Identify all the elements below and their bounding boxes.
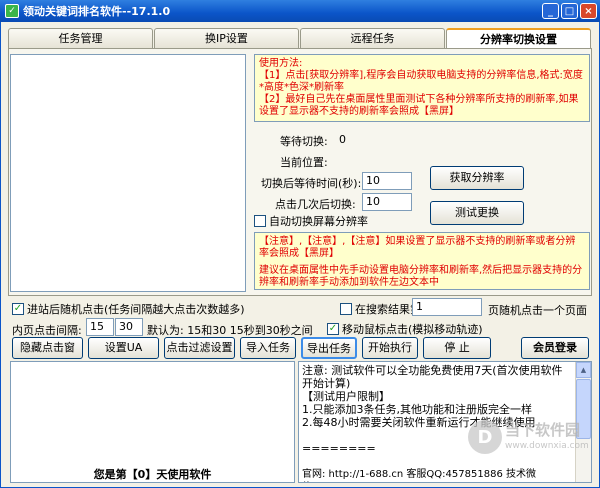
random-click-box[interactable]: ✓ <box>12 303 24 315</box>
search-result-checkbox[interactable]: 在搜索结果第 <box>340 301 421 317</box>
instructions-title: 使用方法: <box>259 58 303 69</box>
mouse-move-label: 移动鼠标点击(模拟移动轨迹) <box>342 323 483 336</box>
log-area[interactable]: 您是第【0】天使用软件 <box>10 361 295 483</box>
usage-suffix: 】天使用软件 <box>145 468 212 481</box>
notice-line-1: 注意: 测试软件可以全功能免费使用7天(首次使用软件开始计算) <box>302 364 563 390</box>
click-count-label: 点击几次后切换: <box>275 198 356 211</box>
window-controls: _ □ × <box>542 3 597 19</box>
mouse-move-box[interactable]: ✓ <box>327 323 339 335</box>
import-task-button[interactable]: 导入任务 <box>240 337 296 359</box>
watermark-line-1: 当下软件园 <box>505 421 581 439</box>
tab-remote-tasks[interactable]: 远程任务 <box>300 28 445 48</box>
close-button[interactable]: × <box>580 3 597 19</box>
search-result-box[interactable] <box>340 303 352 315</box>
window-title: 领动关键词排名软件--17.1.0 <box>23 5 171 18</box>
auto-switch-checkbox[interactable]: 自动切换屏幕分辨率 <box>254 213 368 229</box>
watermark-logo-icon: D <box>468 420 502 454</box>
waiting-label: 等待切换: <box>280 135 328 148</box>
start-button[interactable]: 开始执行 <box>362 337 418 359</box>
random-click-label: 进站后随机点击(任务间隔越大点击次数越多) <box>27 303 245 316</box>
set-ua-button[interactable]: 设置UA <box>88 337 159 359</box>
instructions-box: 使用方法: 【1】点击[获取分辨率],程序会自动获取电脑支持的分辨率信息,格式:… <box>254 54 590 122</box>
random-click-checkbox[interactable]: ✓ 进站后随机点击(任务间隔越大点击次数越多) <box>12 301 245 317</box>
notice-line-3: 1.只能添加3条任务,其他功能和注册版完全一样 <box>302 403 532 416</box>
tab-bar: 任务管理 换IP设置 远程任务 分辨率切换设置 <box>8 28 592 48</box>
interval-max-input[interactable]: 30 <box>115 318 143 336</box>
tab-resolution-settings[interactable]: 分辨率切换设置 <box>446 28 591 48</box>
minimize-button[interactable]: _ <box>542 3 559 19</box>
tab-ip-settings[interactable]: 换IP设置 <box>154 28 299 48</box>
search-result-suffix: 页随机点击一个页面 <box>488 304 587 317</box>
interval-note: 默认为: 15和30 15秒到30秒之间 <box>147 324 313 337</box>
mouse-move-checkbox[interactable]: ✓ 移动鼠标点击(模拟移动轨迹) <box>327 321 483 337</box>
notice-line-2: 【测试用户限制】 <box>302 390 390 403</box>
get-resolution-button[interactable]: 获取分辨率 <box>430 166 524 190</box>
click-filter-button[interactable]: 点击过滤设置 <box>164 337 235 359</box>
waiting-value: 0 <box>339 133 346 146</box>
export-task-button[interactable]: 导出任务 <box>301 337 357 359</box>
title-bar: ✓ 领动关键词排名软件--17.1.0 _ □ × <box>0 0 600 22</box>
position-label: 当前位置: <box>280 156 328 169</box>
app-icon: ✓ <box>5 4 19 18</box>
maximize-button[interactable]: □ <box>561 3 578 19</box>
click-count-input[interactable]: 10 <box>362 193 412 211</box>
wait-time-input[interactable]: 10 <box>362 172 412 190</box>
auto-switch-label: 自动切换屏幕分辨率 <box>269 215 368 228</box>
usage-prefix: 您是第【 <box>93 468 138 481</box>
interval-label: 内页点击间隔: <box>12 324 82 337</box>
warning-box: 【注意】,【注意】,【注意】如果设置了显示器不支持的刷新率或者分辨率会照成【黑屏… <box>254 232 590 290</box>
wait-time-label: 切换后等待时间(秒): <box>261 177 362 190</box>
search-result-page-input[interactable]: 1 <box>412 298 482 316</box>
resolution-list[interactable] <box>10 54 246 292</box>
scroll-up-icon[interactable]: ▲ <box>576 362 591 378</box>
test-change-button[interactable]: 测试更换 <box>430 201 524 225</box>
warning-line-2: 建议在桌面属性中先手动设置电脑分辨率和刷新率,然后把显示器支持的分辨率和刷新率手… <box>259 265 583 288</box>
instructions-line-1: 【1】点击[获取分辨率],程序会自动获取电脑支持的分辨率信息,格式:宽度*高度*… <box>259 70 583 93</box>
instructions-line-2: 【2】最好自己先在桌面属性里面测试下各种分辨率所支持的刷新率,如果设置了显示器不… <box>259 94 579 117</box>
warning-line-1: 【注意】,【注意】,【注意】如果设置了显示器不支持的刷新率或者分辨率会照成【黑屏… <box>259 236 576 259</box>
watermark: D 当下软件园 www.downxia.com <box>468 420 589 454</box>
auto-switch-box[interactable] <box>254 215 266 227</box>
watermark-line-2: www.downxia.com <box>505 441 589 451</box>
tab-task-management[interactable]: 任务管理 <box>8 28 153 48</box>
member-login-button[interactable]: 会员登录 <box>521 337 589 359</box>
stop-button[interactable]: 停 止 <box>423 337 491 359</box>
interval-min-input[interactable]: 15 <box>86 318 114 336</box>
usage-days-text: 您是第【0】天使用软件 <box>11 466 294 482</box>
hide-window-button[interactable]: 隐藏点击窗 <box>12 337 83 359</box>
notice-line-6: 官网: http://1-688.cn 客服QQ:457851886 技术微信:… <box>302 469 536 480</box>
